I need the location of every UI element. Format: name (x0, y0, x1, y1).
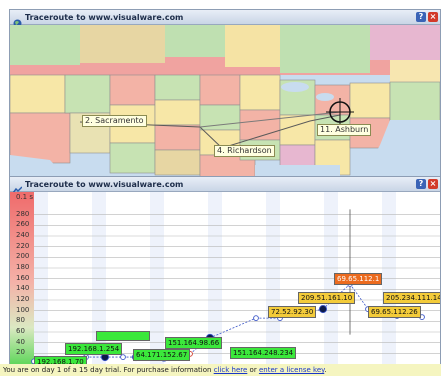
hop-point (120, 354, 126, 360)
graph-panel-titlebar[interactable]: Traceroute to www.visualware.com ? × (10, 177, 440, 193)
y-tick-label: 180 (16, 263, 30, 271)
hop-label[interactable]: 69.65.112.26 (368, 306, 421, 318)
close-button[interactable]: × (428, 179, 438, 189)
graph-panel: Traceroute to www.visualware.com ? × 0.1… (9, 176, 441, 373)
latency-chart[interactable]: 0.1 s 280 260 240 220 200 180 160 140 120 100 80 60… (10, 192, 440, 373)
traceroute-map[interactable]: 2. Sacramento 4. Richardson 11. Ashburn (10, 25, 440, 182)
map-panel-title: Traceroute to www.visualware.com (25, 12, 184, 22)
close-button[interactable]: × (428, 12, 438, 22)
y-tick-label: 260 (16, 220, 30, 229)
hop-label[interactable]: 151.164.248.234 (230, 347, 297, 359)
map-label-richardson[interactable]: 4. Richardson (214, 145, 275, 157)
y-tick-label: 280 (16, 209, 30, 218)
hop-label[interactable]: 69.65.112.1 (334, 273, 383, 285)
y-tick-label: 20 (16, 348, 25, 357)
column-band (295, 192, 309, 373)
map-panel: Traceroute to www.visualware.com ? × 2. … (9, 9, 441, 182)
help-button[interactable]: ? (416, 12, 426, 22)
hop-label[interactable]: 192.168.1.254 (65, 343, 123, 355)
y-axis-gradient (10, 192, 34, 373)
column-band (34, 192, 48, 373)
help-button[interactable]: ? (416, 179, 426, 189)
column-band (121, 192, 135, 373)
hop-label[interactable]: 72.52.92.30 (268, 306, 317, 318)
column-band (150, 192, 164, 373)
hop-label[interactable]: 209.51.161.10 (298, 292, 356, 304)
column-band (237, 192, 251, 373)
y-tick-label: 60 (16, 327, 25, 335)
column-band (266, 192, 280, 373)
y-tick-label: 220 (16, 241, 30, 250)
hop-label[interactable]: 64.171.152.67 (133, 349, 191, 361)
hop-point (318, 305, 328, 314)
column-band (382, 192, 396, 373)
status-text-middle: or (247, 366, 259, 374)
map-label-ashburn[interactable]: 11. Ashburn (317, 124, 372, 136)
status-text-prefix: You are on day 1 of a 15 day trial. For … (3, 366, 214, 374)
status-text-suffix: . (324, 366, 327, 374)
hop-label[interactable] (96, 331, 150, 341)
column-band (411, 192, 425, 373)
y-tick-label: 120 (16, 295, 30, 303)
hop-label[interactable]: 151.164.98.66 (165, 337, 223, 349)
hop-point (253, 315, 259, 321)
graph-panel-title: Traceroute to www.visualware.com (25, 179, 184, 189)
y-tick-label: 40 (16, 337, 25, 346)
y-axis-top-label: 0.1 s (16, 193, 34, 201)
y-tick-label: 160 (16, 273, 30, 282)
click-here-link[interactable]: click here (214, 366, 248, 374)
y-tick-label: 200 (16, 252, 30, 261)
license-key-link[interactable]: enter a license key (259, 366, 324, 374)
map-drawing (10, 25, 440, 182)
map-panel-titlebar[interactable]: Traceroute to www.visualware.com ? × (10, 10, 440, 27)
hop-label[interactable]: 205.234.111.141 (383, 292, 440, 304)
globe-icon (13, 13, 22, 27)
y-tick-label: 80 (16, 316, 25, 325)
graph-icon (12, 180, 23, 193)
y-tick-label: 140 (16, 284, 30, 293)
y-tick-label: 240 (16, 231, 30, 239)
map-label-sacramento[interactable]: 2. Sacramento (82, 115, 147, 127)
y-tick-label: 100 (16, 305, 30, 314)
trial-status-bar: You are on day 1 of a 15 day trial. For … (0, 364, 441, 376)
